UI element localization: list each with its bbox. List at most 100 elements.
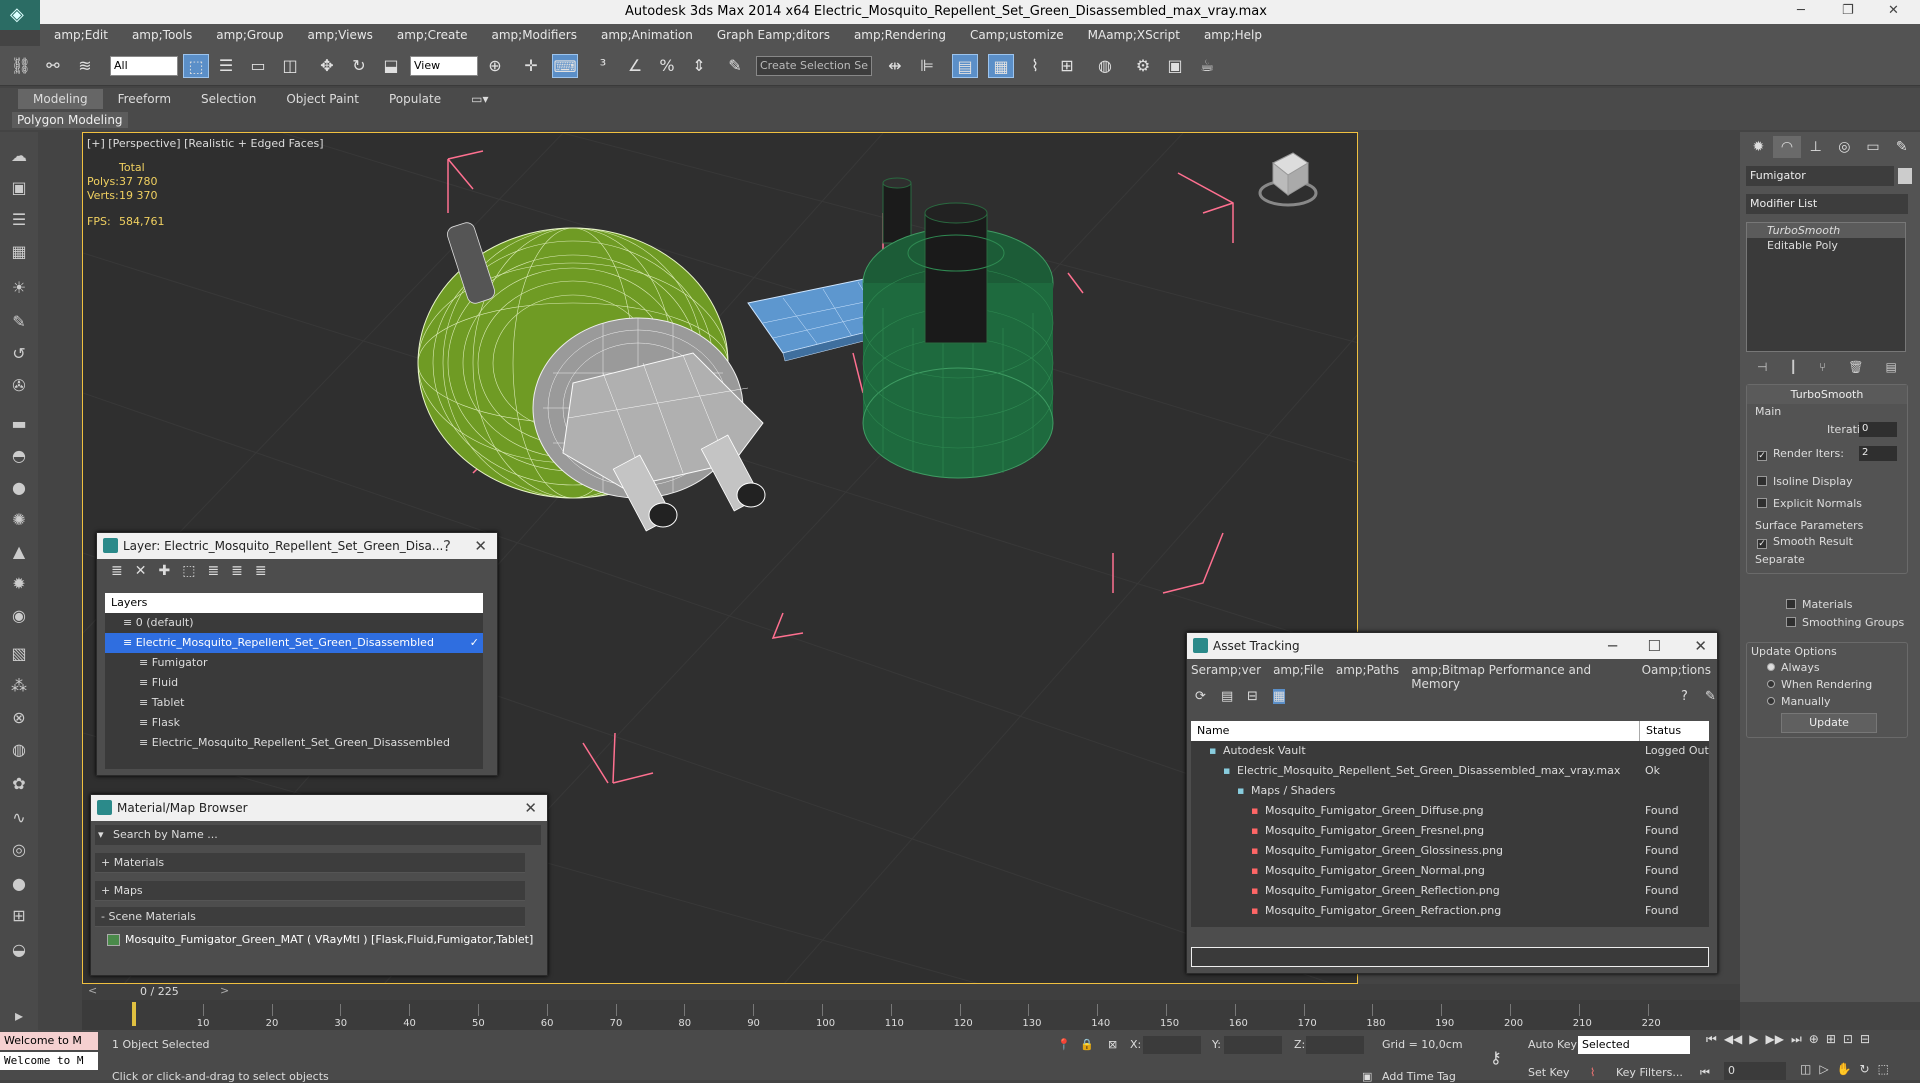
ribbon-options-icon[interactable]: ▭▾ xyxy=(456,89,503,109)
auto-key-button[interactable]: Auto Key xyxy=(1528,1038,1577,1051)
asset-minimize-icon[interactable]: ─ xyxy=(1608,633,1617,659)
particles-icon[interactable]: ⁂ xyxy=(7,674,31,698)
zoom-all-icon[interactable]: ⊞ xyxy=(1826,1032,1836,1052)
globe-icon[interactable]: ◍ xyxy=(7,738,31,762)
layer-row[interactable]: ≡ Fumigator xyxy=(105,653,483,673)
cone-icon[interactable]: ▲ xyxy=(7,540,31,564)
layer-window-titlebar[interactable]: Layer: Electric_Mosquito_Repellent_Set_G… xyxy=(97,533,497,559)
key-mode-toggle-icon[interactable]: ⏮ xyxy=(1700,1066,1710,1080)
list-icon[interactable]: ☰ xyxy=(7,208,31,232)
asset-close-icon[interactable]: ✕ xyxy=(1694,633,1707,659)
iterations-spinner[interactable]: 0 xyxy=(1859,422,1897,437)
asset-menu-bitmap-performance[interactable]: amp;Bitmap Performance and Memory xyxy=(1411,663,1629,691)
rotate-icon[interactable]: ↻ xyxy=(346,54,372,78)
display-icon[interactable]: ▣ xyxy=(7,176,31,200)
pivot-center-icon[interactable]: ⊕ xyxy=(482,54,508,78)
maxscript-mini-listener[interactable]: Welcome to M xyxy=(0,1052,98,1070)
add-time-tag[interactable]: Add Time Tag xyxy=(1382,1070,1456,1083)
scene-explorer-icon[interactable]: ⊞ xyxy=(7,904,31,928)
go-to-end-icon[interactable]: ⏭ xyxy=(1791,1032,1802,1052)
list-view-icon[interactable]: ▤ xyxy=(1221,689,1233,704)
layer-row[interactable]: ≡ Electric_Mosquito_Repellent_Set_Green_… xyxy=(105,733,483,753)
hide-all-layers-icon[interactable]: ≣ xyxy=(231,563,243,583)
scale-icon[interactable]: ⬓ xyxy=(378,54,404,78)
scene-material-item[interactable]: Mosquito_Fumigator_Green_MAT ( VRayMtl )… xyxy=(105,931,533,949)
layer-row[interactable]: ≡ Electric_Mosquito_Repellent_Set_Green_… xyxy=(105,633,483,653)
separate-smoothing-groups-checkbox[interactable] xyxy=(1786,617,1796,627)
torus-icon[interactable]: ◉ xyxy=(7,604,31,628)
render-setup-icon[interactable]: ⚙ xyxy=(1130,54,1156,78)
material-browser-titlebar[interactable]: Material/Map Browser ✕ xyxy=(91,795,547,821)
menu-help[interactable]: amp;Help xyxy=(1204,28,1262,42)
update-manually-radio[interactable] xyxy=(1767,697,1775,705)
freeze-all-layers-icon[interactable]: ≣ xyxy=(255,563,267,583)
align-icon[interactable]: ⊫ xyxy=(914,54,940,78)
plane-icon[interactable]: ▧ xyxy=(7,642,31,666)
fumigator-mesh[interactable] xyxy=(417,221,766,532)
time-next-icon[interactable]: > xyxy=(220,984,229,997)
layer-manager-icon[interactable]: ▤ xyxy=(952,54,978,78)
restore-button[interactable]: ❐ xyxy=(1842,3,1854,18)
z-coordinate-field[interactable] xyxy=(1306,1036,1364,1054)
layer-row[interactable]: ≡ Fluid xyxy=(105,673,483,693)
menu-create[interactable]: amp;Create xyxy=(397,28,468,42)
flask-mesh[interactable] xyxy=(862,177,1054,479)
motion-tab-icon[interactable]: ◎ xyxy=(1830,136,1859,158)
menu-views[interactable]: amp;Views xyxy=(307,28,372,42)
select-object-icon[interactable]: ⬚ xyxy=(183,54,209,78)
turbosmooth-rollout-title[interactable]: TurboSmooth xyxy=(1747,385,1907,404)
box-icon[interactable]: ▬ xyxy=(7,412,31,436)
set-key-button[interactable]: Set Key xyxy=(1528,1066,1570,1079)
field-of-view-icon[interactable]: ▷ xyxy=(1819,1062,1828,1080)
move-icon[interactable]: ✥ xyxy=(314,54,340,78)
asset-row[interactable]: ▪ Autodesk Vault Logged Out xyxy=(1191,741,1709,761)
named-selection-set-select[interactable]: Create Selection Se xyxy=(756,56,872,76)
asset-row[interactable]: ▪ Mosquito_Fumigator_Green_Refraction.png… xyxy=(1191,901,1709,921)
y-coordinate-field[interactable] xyxy=(1224,1036,1282,1054)
zoom-extents-all-icon[interactable]: ⊟ xyxy=(1860,1032,1870,1052)
menu-rendering[interactable]: amp;Rendering xyxy=(854,28,946,42)
menu-animation[interactable]: amp;Animation xyxy=(601,28,693,42)
expand-icon[interactable]: ▸ xyxy=(7,1004,31,1028)
key-icon[interactable]: ⚷ xyxy=(1490,1048,1502,1067)
explicit-normals-checkbox[interactable] xyxy=(1757,498,1767,508)
configure-modifier-sets-icon[interactable]: ▤ xyxy=(1886,360,1897,376)
modifier-list-select[interactable]: Modifier List xyxy=(1746,194,1908,214)
layer-window-help[interactable]: ? xyxy=(443,533,451,559)
reference-coordinate-select[interactable]: View xyxy=(410,56,478,76)
material-search-input[interactable]: ▾ Search by Name ... xyxy=(95,825,541,845)
create-icon[interactable]: ☁ xyxy=(7,144,31,168)
update-button[interactable]: Update xyxy=(1781,713,1877,733)
materials-section[interactable]: + Materials xyxy=(95,853,525,873)
create-layer-icon[interactable]: ≣ xyxy=(111,563,123,583)
maxscript-listener[interactable]: Welcome to M xyxy=(0,1032,98,1050)
window-crossing-icon[interactable]: ◫ xyxy=(277,54,303,78)
tab-selection[interactable]: Selection xyxy=(186,89,271,109)
isolate-selection-icon[interactable]: 📍 xyxy=(1057,1038,1071,1051)
layer-window-close-icon[interactable]: ✕ xyxy=(474,533,487,559)
menu-graph-editors[interactable]: Graph Eamp;ditors xyxy=(717,28,830,42)
next-frame-icon[interactable]: ▶▶ xyxy=(1766,1032,1784,1052)
shader-ball-icon[interactable]: ● xyxy=(7,872,31,896)
app-menu-button[interactable]: ◈ xyxy=(0,0,40,30)
helper-icon[interactable]: ⊗ xyxy=(7,706,31,730)
add-to-layer-icon[interactable]: ✚ xyxy=(158,563,170,583)
asset-row[interactable]: ▪ Mosquito_Fumigator_Green_Glossiness.png… xyxy=(1191,841,1709,861)
minimize-button[interactable]: ─ xyxy=(1797,3,1805,18)
asset-menu-paths[interactable]: amp;Paths xyxy=(1336,663,1399,683)
highlight-layer-icon[interactable]: ≣ xyxy=(207,563,219,583)
grid-icon[interactable]: ▦ xyxy=(7,240,31,264)
angle-snap-icon[interactable]: ∠ xyxy=(622,54,648,78)
unlink-icon[interactable]: ⚯ xyxy=(40,54,66,78)
current-frame-field[interactable]: 0 xyxy=(1724,1062,1786,1080)
maximize-viewport-icon[interactable]: ⬚ xyxy=(1878,1062,1889,1080)
sculpt-icon[interactable]: ◎ xyxy=(7,838,31,862)
hierarchy-tab-icon[interactable]: ⊥ xyxy=(1801,136,1830,158)
asset-tracking-titlebar[interactable]: Asset Tracking ─ ☐ ✕ xyxy=(1187,633,1717,659)
asset-row[interactable]: ▪ Mosquito_Fumigator_Green_Diffuse.png Fou… xyxy=(1191,801,1709,821)
table-view-icon[interactable]: ▦ xyxy=(1273,689,1286,704)
delete-layer-icon[interactable]: ✕ xyxy=(135,563,147,583)
key-mode-select[interactable]: Selected xyxy=(1578,1036,1690,1054)
percent-snap-icon[interactable]: % xyxy=(654,54,680,78)
pin-stack-icon[interactable]: ⊣ xyxy=(1757,360,1767,376)
